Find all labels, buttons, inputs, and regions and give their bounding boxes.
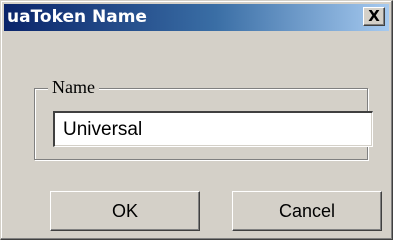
name-group-label: Name <box>48 76 99 98</box>
cancel-button[interactable]: Cancel <box>232 191 382 231</box>
close-button[interactable]: X <box>363 7 385 26</box>
ok-button[interactable]: OK <box>50 191 200 231</box>
title-bar[interactable]: uaToken Name X <box>4 4 389 31</box>
window-title: uaToken Name <box>7 7 147 27</box>
name-input[interactable] <box>53 111 373 147</box>
close-icon: X <box>368 7 380 25</box>
